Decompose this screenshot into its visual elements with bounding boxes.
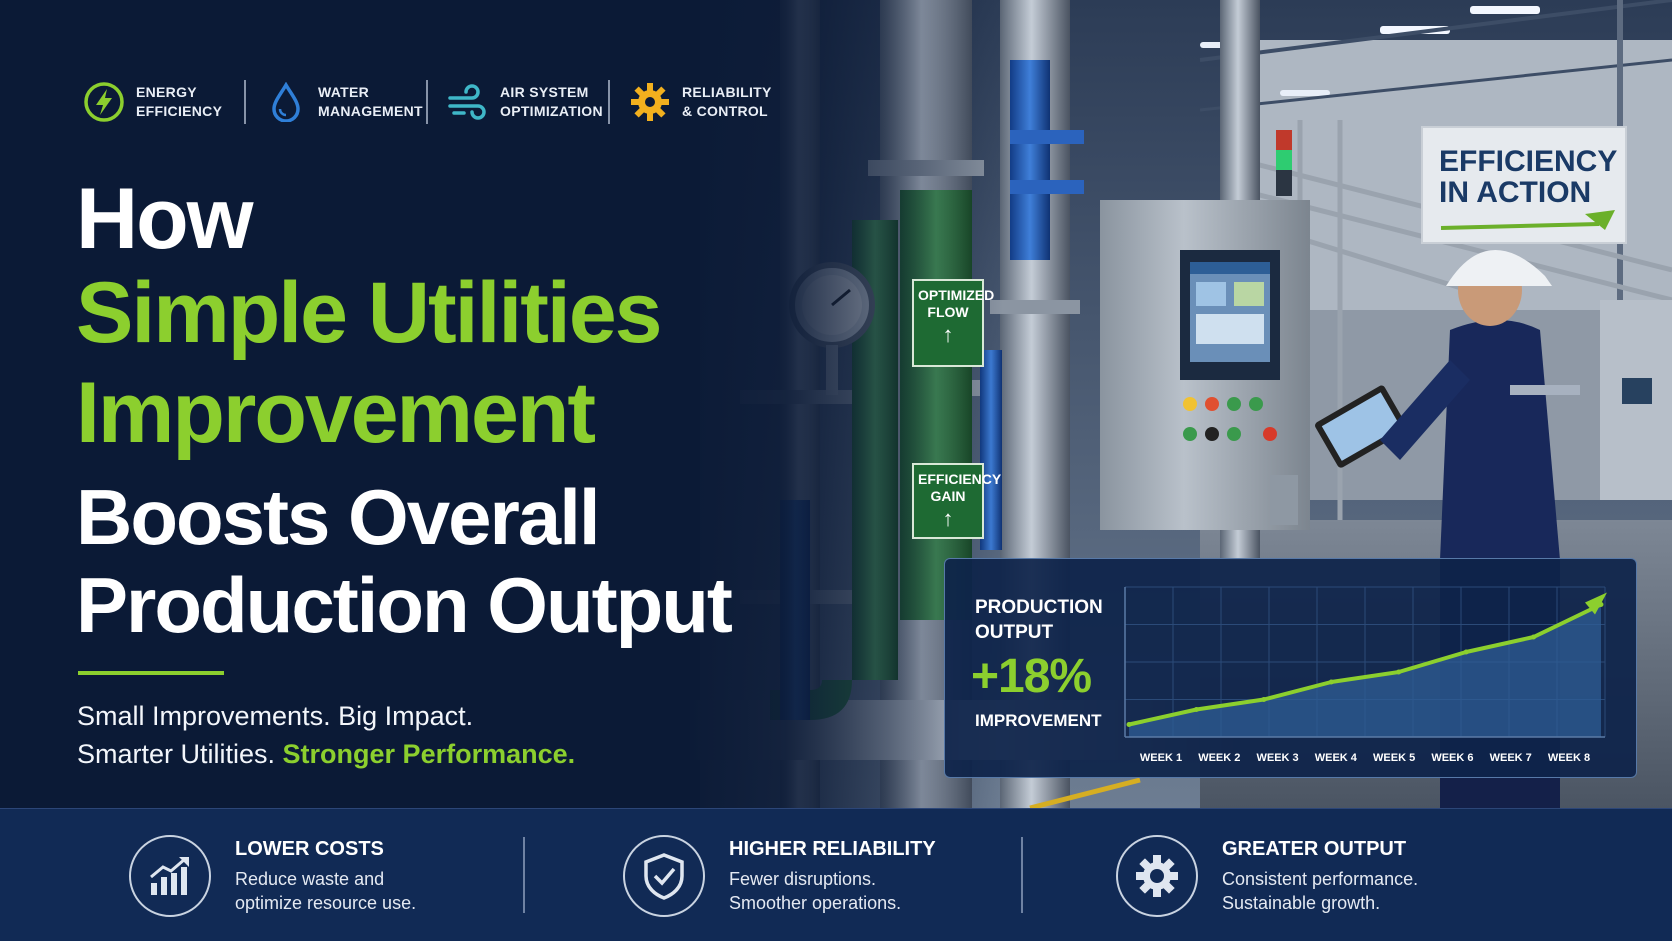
headline-line-4: Boosts Overall [76,473,601,561]
headline-line-5: Production Output [76,561,733,649]
subheadline-prefix: Smarter Utilities. [77,739,283,769]
wall-sign-text: IN ACTION [1439,176,1592,209]
benefit-divider [523,837,525,913]
category-reliability-control: RELIABILITY & CONTROL [628,80,782,124]
headline-line-1: How [76,171,254,267]
category-label: AIR SYSTEM OPTIMIZATION [500,84,603,119]
benefit-title: LOWER COSTS [235,837,384,860]
category-divider [244,80,246,124]
x-tick-label: WEEK 1 [1140,752,1182,764]
hero-banner: ENERGY EFFICIENCY WATER MANAGEMENT AIR SYS… [0,0,1672,941]
accent-divider [78,671,224,675]
chart-label: PRODUCTION OUTPUT [975,597,1103,643]
gear-icon [1116,835,1198,917]
chart-point [1261,697,1267,702]
production-output-chart: WEEK 1 WEEK 2 WEEK 3 WEEK 4 WEEK 5 WEEK 6 WEEK… [1124,586,1607,764]
x-tick-label: WEEK 3 [1256,752,1298,764]
pipe-tag-text: OPTIMIZED [918,287,995,303]
category-label: WATER MANAGEMENT [318,84,423,119]
pipe-tag-text: EFFICIENCY [918,471,1002,487]
headline-line-3: Improvement [76,365,596,461]
category-divider [426,80,428,124]
category-label: ENERGY EFFICIENCY [136,84,223,119]
pipe-tag-efficiency-gain: EFFICIENCY GAIN ↑ [912,463,1001,539]
trend-arrow-icon [1440,210,1615,230]
category-air-system-optimization: AIR SYSTEM OPTIMIZATION [446,80,603,124]
category-row: ENERGY EFFICIENCY WATER MANAGEMENT AIR SYS… [82,80,782,124]
benefits-bar: LOWER COSTS Reduce waste and optimize res… [0,808,1672,941]
rising-bar-chart-icon [129,835,211,917]
benefit-higher-reliability: HIGHER RELIABILITY Fewer disruptions. Smo… [623,833,936,919]
benefit-title: HIGHER RELIABILITY [729,837,936,860]
benefit-lower-costs: LOWER COSTS Reduce waste and optimize res… [129,833,416,919]
pipe-tag-optimized-flow: OPTIMIZED FLOW ↑ [912,279,994,367]
benefit-divider [1021,837,1023,913]
arrow-up-icon: ↑ [942,506,954,531]
arrow-up-icon: ↑ [942,322,954,347]
benefit-desc: Consistent performance. Sustainable growt… [1222,868,1419,913]
chart-point [1463,649,1469,655]
chart-point [1396,669,1402,675]
x-tick-label: WEEK 2 [1198,752,1240,764]
air-flow-icon [446,80,490,124]
chart-point [1193,707,1199,712]
shield-check-icon [623,835,705,917]
category-energy-efficiency: ENERGY EFFICIENCY [82,80,236,124]
x-tick-label: WEEK 5 [1373,752,1415,764]
gear-icon [628,80,672,124]
water-drop-icon [264,80,308,124]
wall-sign: EFFICIENCY IN ACTION [1421,126,1627,244]
wall-sign-text: EFFICIENCY [1439,145,1618,178]
chart-point [1126,722,1132,727]
chart-point [1531,634,1537,640]
x-tick-label: WEEK 6 [1431,752,1473,764]
category-label: RELIABILITY & CONTROL [682,84,772,119]
production-output-panel: PRODUCTION OUTPUT +18% IMPROVEMENT WEEK 1… [944,558,1637,778]
benefit-desc: Reduce waste and optimize resource use. [235,868,417,913]
x-tick-label: WEEK 7 [1490,752,1532,764]
subheadline-line-2: Smarter Utilities. Stronger Performance. [77,739,575,770]
category-divider [608,80,610,124]
headline-line-2: Simple Utilities [76,265,662,361]
pipe-tag-text: FLOW [927,304,969,320]
lightning-bolt-icon [82,80,126,124]
benefit-desc: Fewer disruptions. Smoother operations. [729,868,902,913]
benefit-title: GREATER OUTPUT [1222,837,1407,860]
subheadline-line-1: Small Improvements. Big Impact. [77,701,474,731]
x-tick-label: WEEK 8 [1548,752,1590,764]
category-water-management: WATER MANAGEMENT [264,80,423,124]
x-tick-label: WEEK 4 [1315,752,1358,764]
chart-point [1328,679,1334,685]
subheadline-highlight: Stronger Performance. [282,739,576,769]
benefit-greater-output: GREATER OUTPUT Consistent performance. Su… [1116,833,1418,919]
improvement-caption: IMPROVEMENT [975,711,1102,730]
improvement-value: +18% [971,650,1092,703]
pipe-tag-text: GAIN [930,488,966,504]
